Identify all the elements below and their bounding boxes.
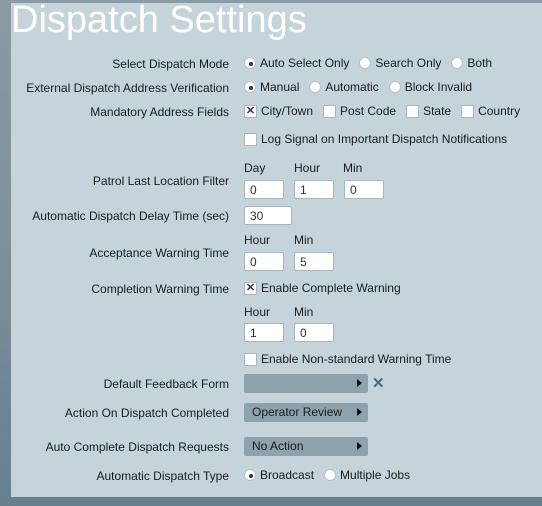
- checkbox-country[interactable]: Country: [461, 104, 520, 118]
- radio-icon: [244, 81, 256, 93]
- radio-block-invalid[interactable]: Block Invalid: [388, 80, 472, 94]
- patrol-min-input[interactable]: 0: [344, 180, 384, 199]
- radio-icon: [359, 57, 372, 69]
- dispatch-mode-group: Auto Select Only Search Only Both: [244, 56, 502, 70]
- auto-complete-dropdown[interactable]: No Action: [244, 437, 368, 456]
- checkbox-nonstandard-warning[interactable]: Enable Non-standard Warning Time: [244, 352, 451, 366]
- dispatch-type-label: Automatic Dispatch Type: [96, 469, 229, 483]
- checkbox-icon: [406, 104, 420, 118]
- checkbox-post-code[interactable]: Post Code: [323, 104, 396, 118]
- delay-time-label: Automatic Dispatch Delay Time (sec): [32, 209, 229, 223]
- radio-icon: [388, 81, 401, 93]
- radio-both[interactable]: Both: [451, 56, 492, 70]
- checkbox-icon: [244, 132, 257, 146]
- checkbox-icon: [461, 104, 475, 118]
- patrol-day-input[interactable]: 0: [244, 180, 284, 199]
- feedback-form-label: Default Feedback Form: [103, 377, 229, 391]
- triangle-right-icon: [357, 442, 362, 450]
- checkbox-log-signal[interactable]: Log Signal on Important Dispatch Notific…: [244, 132, 507, 146]
- address-verification-label: External Dispatch Address Verification: [26, 81, 229, 95]
- radio-manual[interactable]: Manual: [244, 80, 299, 94]
- hour-label: Hour: [244, 233, 271, 247]
- radio-icon: [309, 81, 322, 93]
- hour-label: Hour: [244, 305, 271, 319]
- completion-warning-label: Completion Warning Time: [91, 282, 229, 296]
- settings-panel: Dispatch Settings Select Dispatch Mode A…: [11, 0, 542, 497]
- action-completed-label: Action On Dispatch Completed: [64, 406, 229, 420]
- radio-broadcast[interactable]: Broadcast: [244, 468, 314, 482]
- address-verification-group: Manual Automatic Block Invalid: [244, 80, 482, 94]
- triangle-right-icon: [357, 408, 362, 416]
- page-title: Dispatch Settings: [11, 0, 307, 41]
- min-label: Min: [294, 233, 314, 247]
- day-label: Day: [244, 161, 266, 175]
- acceptance-min-input[interactable]: 5: [294, 252, 334, 271]
- triangle-right-icon: [357, 379, 362, 387]
- checked-x-icon: ✕: [244, 104, 257, 118]
- close-icon[interactable]: ✕: [372, 376, 385, 391]
- checkbox-state[interactable]: State: [406, 104, 451, 118]
- checkbox-icon: [323, 104, 337, 118]
- action-completed-dropdown[interactable]: Operator Review: [244, 403, 368, 422]
- acceptance-hour-input[interactable]: 0: [244, 252, 284, 271]
- radio-auto-select-only[interactable]: Auto Select Only: [244, 56, 349, 70]
- mandatory-fields-label: Mandatory Address Fields: [90, 105, 229, 119]
- radio-icon: [244, 469, 256, 481]
- checkbox-icon: [244, 352, 257, 366]
- min-label: Min: [294, 305, 314, 319]
- completion-min-input[interactable]: 0: [294, 323, 334, 342]
- delay-time-input[interactable]: 30: [244, 206, 292, 225]
- auto-complete-label: Auto Complete Dispatch Requests: [45, 440, 229, 454]
- acceptance-warning-label: Acceptance Warning Time: [89, 246, 229, 260]
- radio-automatic[interactable]: Automatic: [309, 80, 379, 94]
- completion-hour-input[interactable]: 1: [244, 323, 284, 342]
- radio-icon: [244, 57, 256, 69]
- dispatch-mode-label: Select Dispatch Mode: [112, 57, 229, 71]
- radio-search-only[interactable]: Search Only: [359, 56, 441, 70]
- patrol-filter-label: Patrol Last Location Filter: [92, 174, 229, 188]
- hour-label: Hour: [294, 161, 321, 175]
- checkbox-city-town[interactable]: ✕ City/Town: [244, 104, 313, 118]
- radio-icon: [324, 469, 337, 481]
- min-label: Min: [343, 161, 363, 175]
- patrol-hour-input[interactable]: 1: [294, 180, 334, 199]
- feedback-form-dropdown[interactable]: [244, 374, 368, 393]
- radio-icon: [451, 57, 464, 69]
- checked-x-icon: ✕: [244, 281, 257, 295]
- dispatch-type-group: Broadcast Multiple Jobs: [244, 468, 420, 482]
- mandatory-fields-group: ✕ City/Town Post Code State Country: [244, 104, 530, 118]
- checkbox-enable-complete-warning[interactable]: ✕ Enable Complete Warning: [244, 281, 401, 295]
- radio-multiple-jobs[interactable]: Multiple Jobs: [324, 468, 410, 482]
